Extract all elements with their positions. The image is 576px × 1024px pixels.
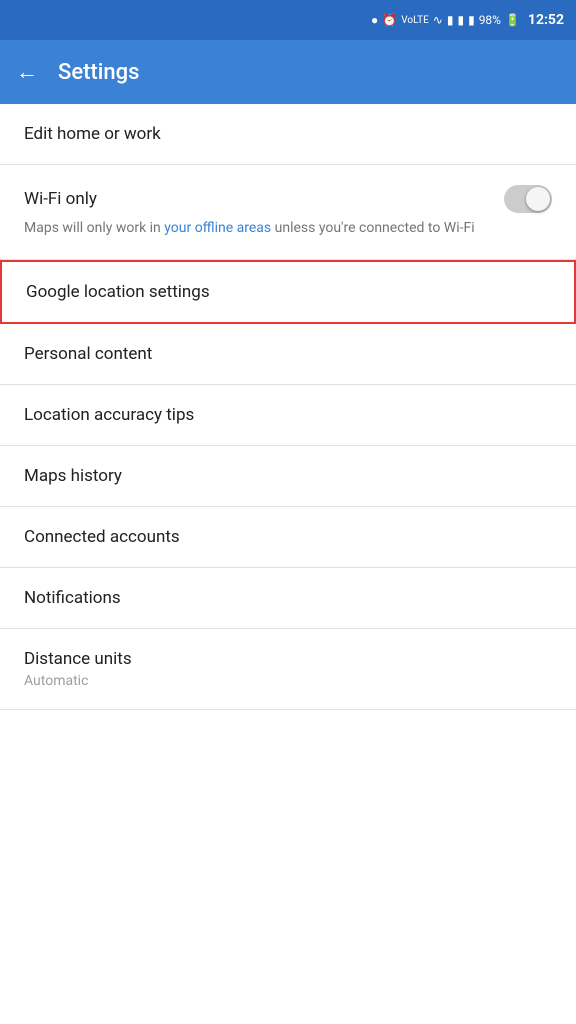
battery-icon: 🔋 <box>505 13 520 27</box>
toggle-thumb <box>526 187 550 211</box>
setting-title-edit-home-work: Edit home or work <box>24 124 161 144</box>
setting-item-notifications[interactable]: Notifications <box>0 568 576 629</box>
setting-item-connected-accounts[interactable]: Connected accounts <box>0 507 576 568</box>
status-icons: ● ⏰ VoLTE ∿ ▮ ▮ ▮ 98% 🔋 12:52 <box>371 12 564 28</box>
toggle-track <box>504 185 552 213</box>
wifi-description: Maps will only work in your offline area… <box>24 219 552 239</box>
wifi-icon: ∿ <box>433 13 443 27</box>
wifi-row-top: Wi-Fi only <box>24 185 552 213</box>
setting-item-maps-history[interactable]: Maps history <box>0 446 576 507</box>
status-bar: ● ⏰ VoLTE ∿ ▮ ▮ ▮ 98% 🔋 12:52 <box>0 0 576 40</box>
signal-icon-2: ▮ <box>468 13 475 27</box>
settings-content: Edit home or work Wi-Fi only Maps will o… <box>0 104 576 710</box>
status-time: 12:52 <box>528 12 564 28</box>
setting-subtitle-distance-units: Automatic <box>24 673 552 689</box>
setting-title-maps-history: Maps history <box>24 466 122 486</box>
setting-item-google-location-settings[interactable]: Google location settings <box>0 260 576 324</box>
setting-title-connected-accounts: Connected accounts <box>24 527 180 547</box>
setting-title-location-accuracy-tips: Location accuracy tips <box>24 405 194 425</box>
notification-icon: ▮ <box>447 13 454 27</box>
app-bar-title: Settings <box>58 60 139 85</box>
signal-icon-1: ▮ <box>457 13 464 27</box>
setting-item-personal-content[interactable]: Personal content <box>0 324 576 385</box>
location-icon: ● <box>371 13 378 27</box>
back-button[interactable]: ← <box>16 59 38 85</box>
setting-title-notifications: Notifications <box>24 588 121 608</box>
setting-item-wifi-only[interactable]: Wi-Fi only Maps will only work in your o… <box>0 165 576 260</box>
setting-title-google-location-settings: Google location settings <box>26 282 210 302</box>
setting-title-personal-content: Personal content <box>24 344 152 364</box>
setting-item-distance-units[interactable]: Distance units Automatic <box>0 629 576 710</box>
wifi-only-toggle[interactable] <box>504 185 552 213</box>
offline-areas-link[interactable]: your offline areas <box>164 220 271 236</box>
setting-item-location-accuracy-tips[interactable]: Location accuracy tips <box>0 385 576 446</box>
battery-percentage: 98% <box>479 13 501 27</box>
setting-item-edit-home-work[interactable]: Edit home or work <box>0 104 576 165</box>
volte-icon: VoLTE <box>401 15 429 26</box>
app-bar: ← Settings <box>0 40 576 104</box>
wifi-title: Wi-Fi only <box>24 189 97 209</box>
setting-title-distance-units: Distance units <box>24 649 132 669</box>
alarm-icon: ⏰ <box>382 13 397 27</box>
